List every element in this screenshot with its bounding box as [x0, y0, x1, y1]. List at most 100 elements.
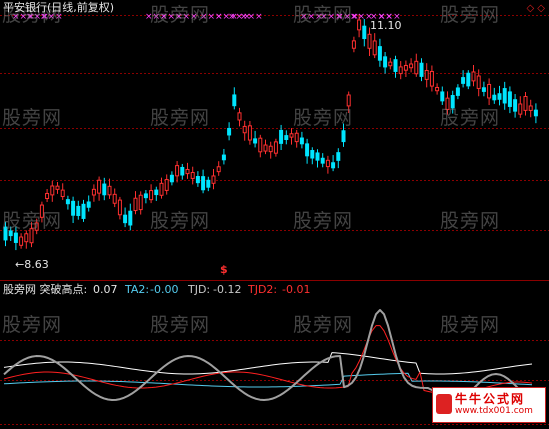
- watermark: 股旁网: [293, 314, 354, 336]
- corner-diamond-icon: ◇ ◇: [526, 3, 545, 14]
- candle-body: [81, 203, 86, 219]
- candle-body: [424, 69, 429, 80]
- candle-body: [336, 152, 341, 161]
- candle-body: [487, 83, 492, 99]
- candle-body: [440, 91, 445, 102]
- candle-body: [102, 183, 107, 196]
- candle-body: [299, 137, 304, 145]
- candle-body: [107, 185, 112, 196]
- candle-body: [76, 205, 81, 216]
- candle-body: [24, 233, 29, 243]
- candle-body: [258, 137, 263, 153]
- candle-body: [247, 125, 252, 141]
- watermark: 股旁网: [293, 107, 354, 129]
- chart-title: 平安银行(日线,前复权): [3, 1, 115, 14]
- watermark: 股旁网: [440, 4, 501, 26]
- candle-body: [133, 197, 138, 212]
- candle-body: [86, 201, 91, 208]
- tjd2-value: -0.01: [282, 283, 311, 296]
- candle-body: [507, 91, 512, 107]
- candle-body: [310, 150, 315, 159]
- candle-body: [112, 193, 117, 204]
- tjd2-label: TJD2:: [248, 283, 278, 296]
- watermark: 股旁网: [150, 4, 211, 26]
- candle-body: [149, 190, 154, 201]
- candle-body: [195, 176, 200, 184]
- watermark: 股旁网: [293, 4, 354, 26]
- candle-body: [128, 210, 133, 226]
- candle-body: [268, 145, 273, 153]
- candle-body: [201, 176, 206, 191]
- candle-body: [216, 166, 221, 173]
- candle-body: [117, 199, 122, 216]
- site-badge[interactable]: 牛牛公式网 www.tdx001.com: [432, 387, 546, 423]
- candle-body: [211, 175, 216, 184]
- candle-body: [435, 86, 440, 92]
- candle-body: [138, 194, 143, 211]
- candle-body: [221, 154, 226, 161]
- site-name: 牛牛公式网: [455, 392, 526, 406]
- candle-body: [492, 94, 497, 101]
- candle-body: [325, 159, 330, 168]
- watermark: 股旁网: [150, 210, 211, 232]
- candle-body: [169, 174, 174, 183]
- candle-body: [284, 135, 289, 140]
- high-price-label: 11.10: [370, 19, 402, 32]
- candle-body: [190, 172, 195, 179]
- candle-body: [65, 199, 70, 205]
- candle-body: [461, 77, 466, 84]
- candle-body: [19, 236, 24, 246]
- candle-body: [154, 189, 159, 196]
- candle-body: [143, 193, 148, 199]
- low-price-label: ←8.63: [15, 258, 49, 271]
- indicator-value: 0.07: [93, 283, 118, 296]
- watermark: 股旁网: [150, 107, 211, 129]
- candle-body: [232, 94, 237, 107]
- candle-body: [13, 232, 18, 243]
- indicator-name: 股旁网 突破高点:: [3, 283, 88, 296]
- chart-window: ××× ××× ××× ××× ××× ××× ××× ××× ××× ××× ××× ××× ××× ×…: [0, 0, 549, 425]
- candle-body: [305, 143, 310, 157]
- site-url: www.tdx001.com: [455, 406, 533, 416]
- candle-body: [429, 70, 434, 87]
- candle-body: [351, 40, 356, 49]
- candle-body: [502, 88, 507, 104]
- watermark: 股旁网: [440, 210, 501, 232]
- candle-body: [466, 72, 471, 87]
- candle-body: [206, 179, 211, 188]
- candle-body: [279, 129, 284, 144]
- candle-body: [175, 165, 180, 177]
- candle-body: [289, 133, 294, 138]
- candle-body: [263, 144, 268, 152]
- candle-body: [497, 93, 502, 100]
- candle-body: [164, 179, 169, 191]
- candle-body: [388, 61, 393, 67]
- candle-body: [71, 200, 76, 216]
- candle-body: [320, 157, 325, 164]
- candle-body: [471, 71, 476, 82]
- ta2-value: -0.00: [150, 283, 179, 296]
- candle-body: [273, 141, 278, 154]
- watermark: 股旁网: [2, 107, 63, 129]
- candle-body: [523, 95, 528, 111]
- tjd-label: TJD:: [188, 283, 211, 296]
- candle-body: [55, 185, 60, 190]
- candle-body: [237, 112, 242, 121]
- candle-body: [398, 66, 403, 75]
- candle-body: [383, 56, 388, 68]
- candle-body: [518, 103, 523, 115]
- watermark: 股旁网: [440, 314, 501, 336]
- candle-body: [414, 60, 419, 75]
- watermark: 股旁网: [293, 210, 354, 232]
- candle-body: [455, 87, 460, 96]
- candle-body: [97, 179, 102, 194]
- candle-body: [180, 166, 185, 176]
- candle-body: [315, 152, 320, 161]
- candle-body: [419, 62, 424, 77]
- candle-body: [362, 25, 367, 40]
- watermark: 股旁网: [150, 314, 211, 336]
- candle-body: [185, 168, 190, 175]
- candle-body: [159, 182, 164, 196]
- ta2-label: TA2:: [125, 283, 150, 296]
- candle-body: [403, 64, 408, 71]
